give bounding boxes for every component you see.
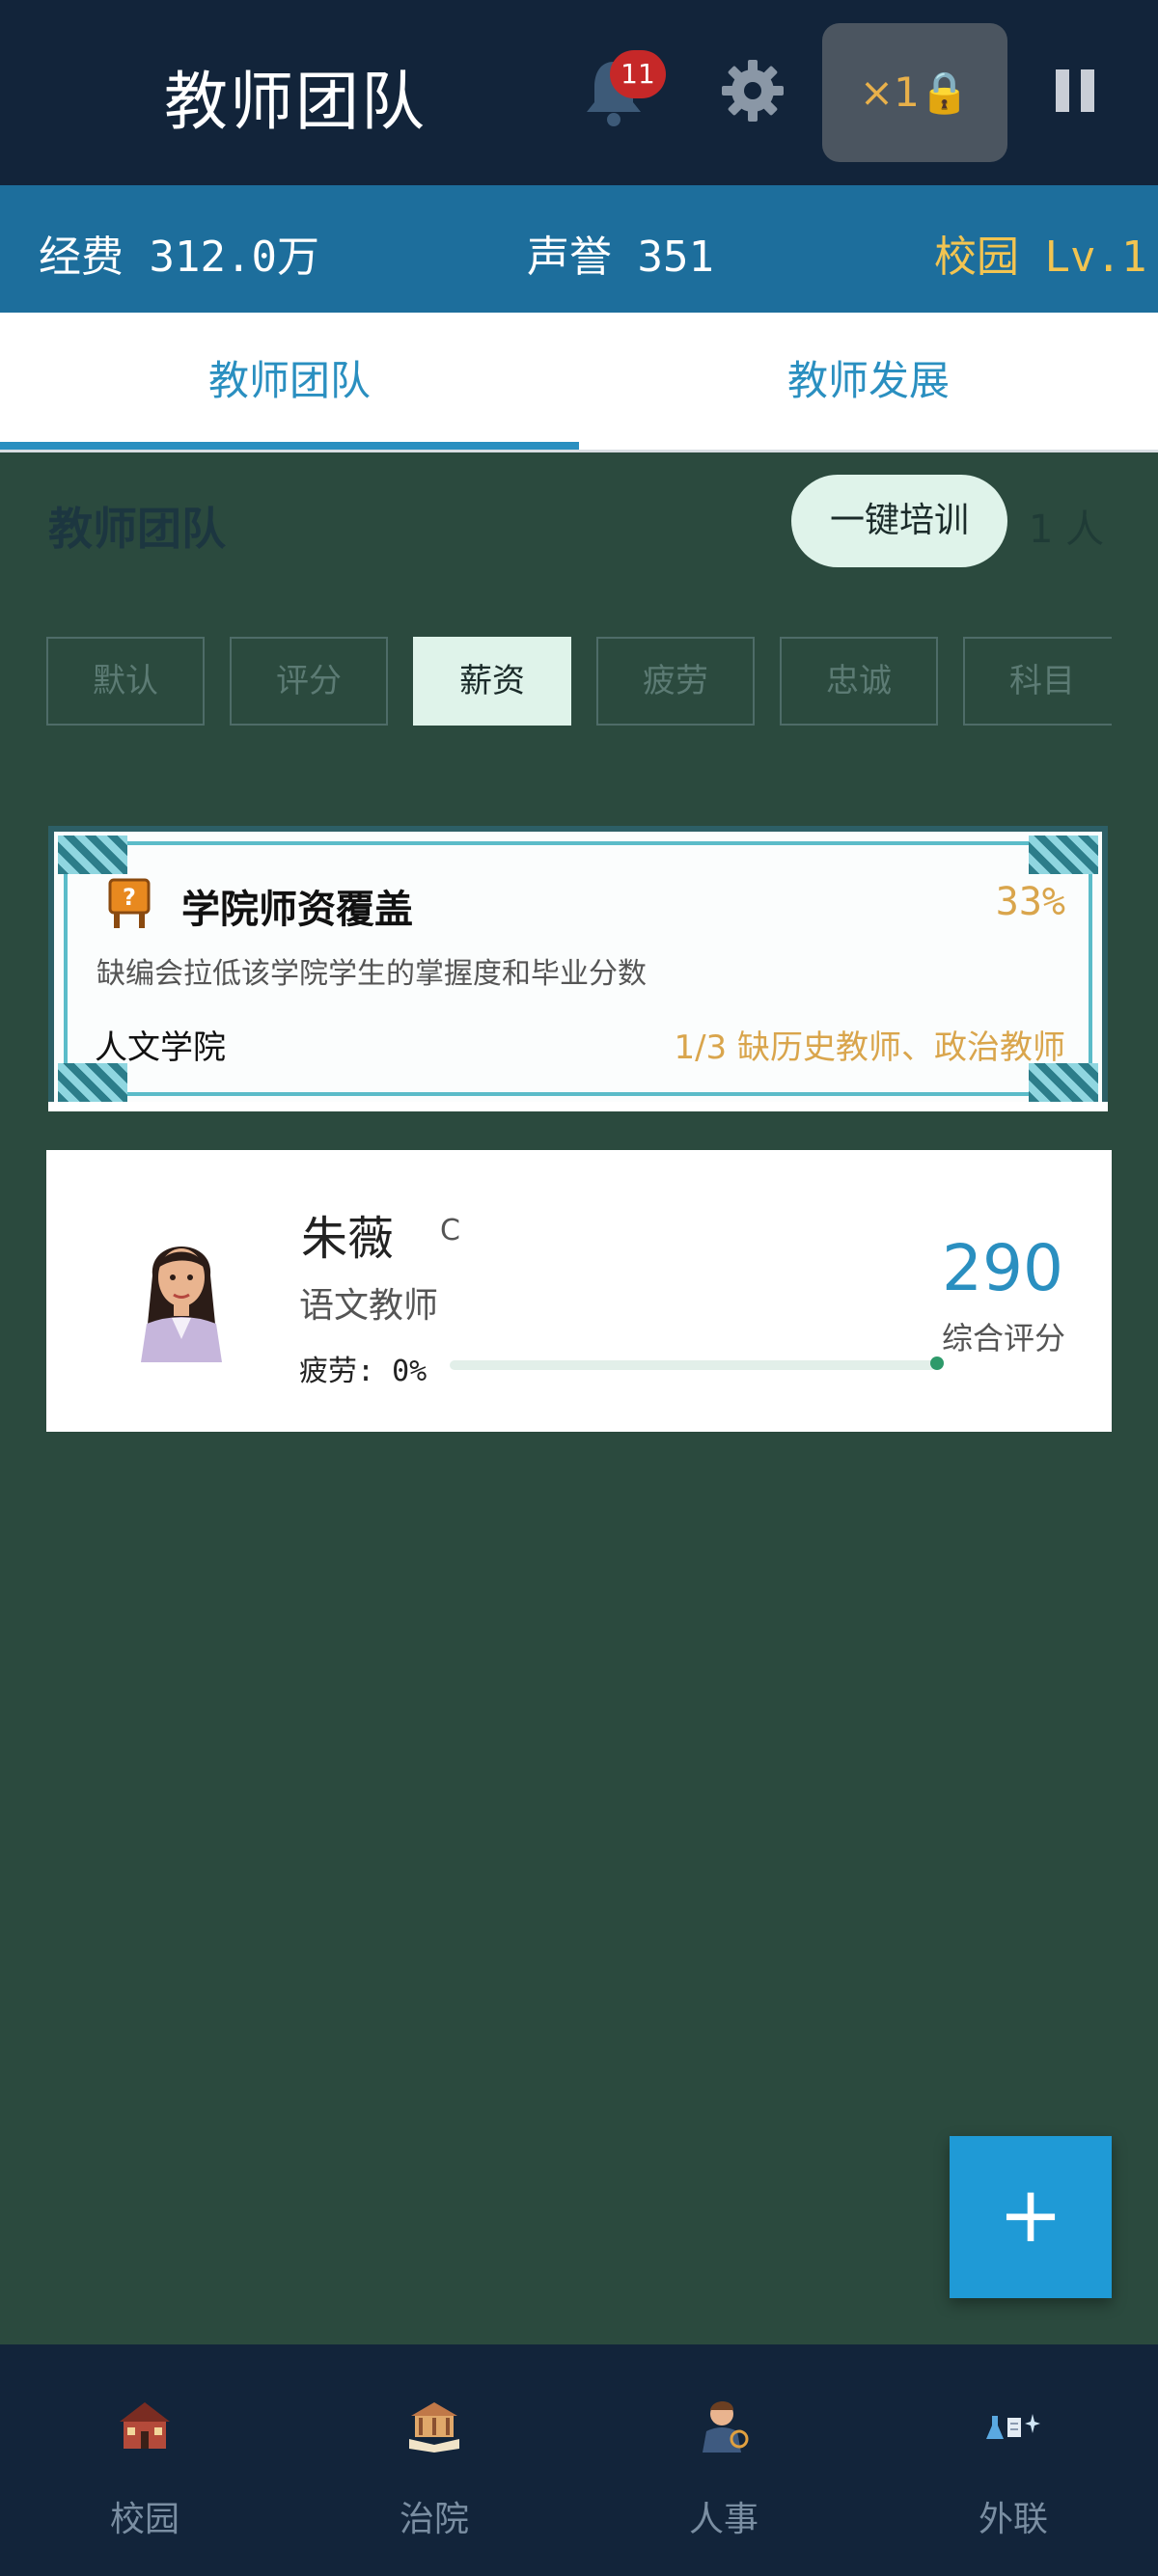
speed-lock-button[interactable]: ×1🔒 bbox=[822, 23, 1007, 162]
gear-icon[interactable] bbox=[722, 60, 784, 122]
teacher-card[interactable]: 朱薇 C 语文教师 疲劳: 0% 290 综合评分 bbox=[46, 1150, 1112, 1432]
question-board-icon: ? bbox=[108, 878, 151, 928]
nav-label-college: 治院 bbox=[399, 2500, 469, 2539]
svg-text:?: ? bbox=[123, 884, 136, 911]
filter-salary[interactable]: 薪资 bbox=[413, 637, 571, 726]
campus-icon bbox=[120, 2402, 170, 2449]
teacher-count: 1 人 bbox=[1029, 507, 1105, 552]
filter-loyalty[interactable]: 忠诚 bbox=[780, 637, 938, 726]
campus-level-stat: 校园 Lv.1 bbox=[934, 233, 1147, 282]
top-bar: 教师团队 11 ×1🔒 bbox=[0, 0, 1158, 185]
nav-item-college[interactable]: 治院 bbox=[290, 2344, 579, 2576]
coverage-title: 学院师资覆盖 bbox=[181, 888, 413, 932]
one-click-train-button[interactable]: 一键培训 bbox=[791, 475, 1007, 567]
teacher-score-label: 综合评分 bbox=[941, 1320, 1065, 1357]
frame-corner-ornament bbox=[1029, 836, 1098, 874]
frame-corner-ornament bbox=[58, 836, 127, 874]
bottom-nav: 校园 治院 人事 外联 bbox=[0, 2344, 1158, 2576]
teacher-fatigue-label: 疲劳: 0% bbox=[299, 1355, 427, 1388]
nav-item-outreach[interactable]: 外联 bbox=[868, 2344, 1158, 2576]
fatigue-bar bbox=[450, 1360, 936, 1370]
funds-stat: 经费 312.0万 bbox=[39, 233, 319, 282]
notification-badge: 11 bbox=[610, 50, 666, 98]
coverage-card-footer-strip bbox=[48, 1102, 1108, 1111]
nav-label-campus: 校园 bbox=[109, 2500, 179, 2539]
nav-label-personnel: 人事 bbox=[688, 2500, 758, 2539]
page-title: 教师团队 bbox=[164, 65, 427, 139]
frame-corner-ornament bbox=[1029, 1063, 1098, 1102]
coverage-percent: 33% bbox=[995, 880, 1065, 924]
nav-item-personnel[interactable]: 人事 bbox=[579, 2344, 868, 2576]
filter-subject[interactable]: 科目 bbox=[963, 637, 1112, 726]
filter-default[interactable]: 默认 bbox=[46, 637, 205, 726]
filter-fatigue[interactable]: 疲劳 bbox=[596, 637, 755, 726]
filter-rating[interactable]: 评分 bbox=[230, 637, 388, 726]
coverage-college-name: 人文学院 bbox=[95, 1028, 226, 1067]
sort-filter-bar: 默认 评分 薪资 疲劳 忠诚 科目 bbox=[46, 637, 1112, 729]
pause-icon[interactable] bbox=[1056, 69, 1094, 112]
teacher-grade: C bbox=[440, 1214, 460, 1247]
fatigue-bar-marker bbox=[930, 1357, 944, 1370]
frame-corner-ornament bbox=[58, 1063, 127, 1102]
coverage-missing-teachers: 1/3 缺历史教师、政治教师 bbox=[674, 1028, 1065, 1067]
teacher-avatar bbox=[141, 1247, 222, 1362]
coverage-description: 缺编会拉低该学院学生的掌握度和毕业分数 bbox=[96, 957, 647, 991]
section-title: 教师团队 bbox=[48, 503, 226, 555]
tab-teacher-team[interactable]: 教师团队 bbox=[0, 313, 579, 450]
add-teacher-button[interactable]: + bbox=[950, 2136, 1112, 2298]
nav-item-campus[interactable]: 校园 bbox=[0, 2344, 290, 2576]
college-icon bbox=[409, 2402, 459, 2453]
reputation-stat: 声誉 351 bbox=[527, 233, 714, 282]
personnel-icon bbox=[703, 2401, 749, 2453]
nav-label-outreach: 外联 bbox=[978, 2500, 1048, 2539]
stats-bar: 经费 312.0万 声誉 351 校园 Lv.1 bbox=[0, 185, 1158, 313]
teacher-name: 朱薇 bbox=[301, 1212, 395, 1266]
tab-bar: 教师团队 教师发展 bbox=[0, 313, 1158, 452]
teacher-role: 语文教师 bbox=[299, 1286, 439, 1326]
tab-teacher-development[interactable]: 教师发展 bbox=[579, 313, 1158, 450]
faculty-coverage-card[interactable]: ? 学院师资覆盖 33% 缺编会拉低该学院学生的掌握度和毕业分数 人文学院 1/… bbox=[48, 826, 1108, 1111]
active-tab-indicator bbox=[0, 442, 579, 450]
teacher-score: 290 bbox=[942, 1231, 1063, 1305]
outreach-icon bbox=[986, 2414, 1040, 2439]
